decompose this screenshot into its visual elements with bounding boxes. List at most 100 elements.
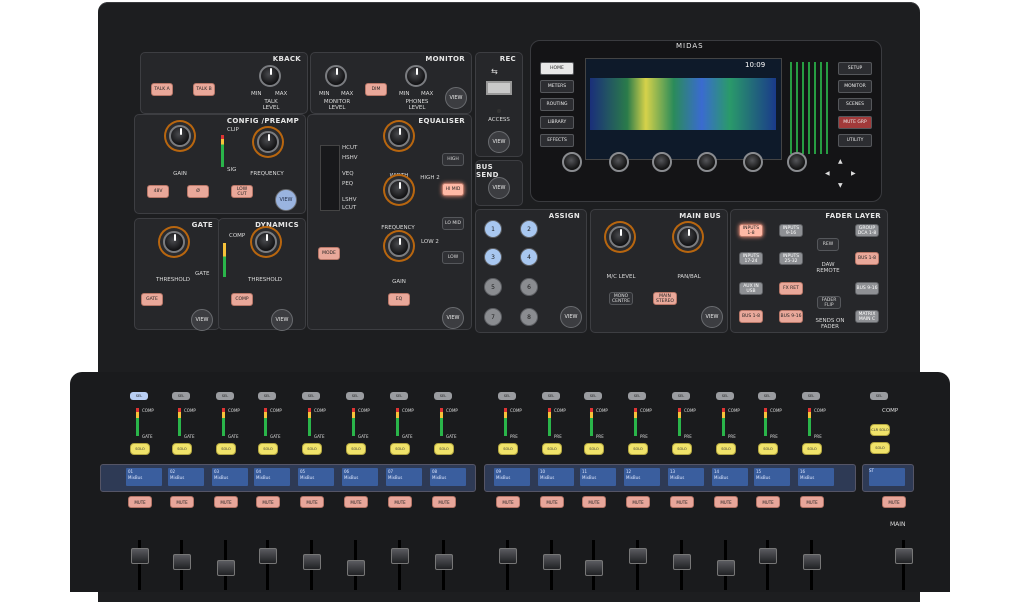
mute-button-left-5[interactable]: MUTE bbox=[300, 496, 324, 508]
fader-cap-left-4[interactable] bbox=[259, 548, 277, 564]
gain-knob[interactable] bbox=[169, 125, 191, 147]
nav-down-icon[interactable]: ▼ bbox=[838, 182, 843, 189]
mute-button-right-6[interactable]: MUTE bbox=[714, 496, 738, 508]
fader-cap-right-7[interactable] bbox=[759, 548, 777, 564]
solo-button-right-8[interactable]: SOLO bbox=[802, 443, 822, 455]
frequency-knob[interactable] bbox=[257, 131, 279, 153]
mute-button-right-3[interactable]: MUTE bbox=[582, 496, 606, 508]
sel-button-left-1[interactable]: SEL bbox=[130, 392, 148, 400]
inputs-17-24-button[interactable]: INPUTS 17-24 bbox=[739, 252, 763, 265]
fader-cap-left-3[interactable] bbox=[217, 560, 235, 576]
main-solo-button[interactable]: SOLO bbox=[870, 442, 890, 454]
mute-button-left-8[interactable]: MUTE bbox=[432, 496, 456, 508]
assign-pad-5[interactable]: 5 bbox=[484, 278, 502, 296]
config-view-button[interactable]: VIEW bbox=[275, 189, 297, 211]
solo-button-left-4[interactable]: SOLO bbox=[258, 443, 278, 455]
solo-button-left-6[interactable]: SOLO bbox=[346, 443, 366, 455]
sel-button-left-8[interactable]: SEL bbox=[434, 392, 452, 400]
comp-threshold-knob[interactable] bbox=[255, 231, 277, 253]
mute-button-right-8[interactable]: MUTE bbox=[800, 496, 824, 508]
mute-button-left-1[interactable]: MUTE bbox=[128, 496, 152, 508]
phones-level-knob[interactable] bbox=[405, 65, 427, 87]
eq-high-button[interactable]: HIGH bbox=[442, 153, 464, 166]
assign-pad-1[interactable]: 1 bbox=[484, 220, 502, 238]
sel-button-left-3[interactable]: SEL bbox=[216, 392, 234, 400]
inputs-25-32-button[interactable]: INPUTS 25-32 bbox=[779, 252, 803, 265]
comp-button[interactable]: COMP bbox=[231, 293, 253, 306]
nav-left-icon[interactable]: ◀ bbox=[825, 170, 830, 177]
home-button[interactable]: HOME bbox=[540, 62, 574, 75]
monitor-view-button[interactable]: VIEW bbox=[445, 87, 467, 109]
mute-button-right-4[interactable]: MUTE bbox=[626, 496, 650, 508]
encoder-2[interactable] bbox=[609, 152, 629, 172]
solo-button-right-4[interactable]: SOLO bbox=[628, 443, 648, 455]
mute-grp-button[interactable]: MUTE GRP bbox=[838, 116, 872, 129]
mono-centre-button[interactable]: MONO CENTRE bbox=[609, 292, 633, 305]
dim-button[interactable]: DIM bbox=[365, 83, 387, 96]
assign-view-button[interactable]: VIEW bbox=[560, 306, 582, 328]
aux-usb-button[interactable]: AUX IN USB bbox=[739, 282, 763, 295]
main-stereo-button[interactable]: MAIN STEREO bbox=[653, 292, 677, 305]
solo-button-right-1[interactable]: SOLO bbox=[498, 443, 518, 455]
fader-cap-left-6[interactable] bbox=[347, 560, 365, 576]
solo-button-right-6[interactable]: SOLO bbox=[716, 443, 736, 455]
48v-button[interactable]: 48V bbox=[147, 185, 169, 198]
fx-ret-button[interactable]: FX RET bbox=[779, 282, 803, 295]
utility-button[interactable]: UTILITY bbox=[838, 134, 872, 147]
eq-view-button[interactable]: VIEW bbox=[442, 307, 464, 329]
fader-cap-left-1[interactable] bbox=[131, 548, 149, 564]
fader-cap-right-6[interactable] bbox=[717, 560, 735, 576]
sel-button-right-6[interactable]: SEL bbox=[716, 392, 734, 400]
eq-type-selector[interactable] bbox=[320, 145, 340, 211]
bus-send-view-button[interactable]: VIEW bbox=[488, 177, 510, 199]
mute-button-left-6[interactable]: MUTE bbox=[344, 496, 368, 508]
scenes-button[interactable]: SCENES bbox=[838, 98, 872, 111]
main-fader-cap[interactable] bbox=[895, 548, 913, 564]
encoder-3[interactable] bbox=[652, 152, 672, 172]
solo-button-right-3[interactable]: SOLO bbox=[584, 443, 604, 455]
usb-port[interactable] bbox=[486, 81, 512, 95]
fader-cap-right-2[interactable] bbox=[543, 554, 561, 570]
fader-flip-button[interactable]: FADER FLIP bbox=[817, 296, 841, 309]
dynamics-view-button[interactable]: VIEW bbox=[271, 309, 293, 331]
eq-low-button[interactable]: LOW bbox=[442, 251, 464, 264]
inputs-9-16-button[interactable]: INPUTS 9-16 bbox=[779, 224, 803, 237]
assign-pad-4[interactable]: 4 bbox=[520, 248, 538, 266]
gate-view-button[interactable]: VIEW bbox=[191, 309, 213, 331]
monitor-screen-button[interactable]: MONITOR bbox=[838, 80, 872, 93]
sel-button-left-5[interactable]: SEL bbox=[302, 392, 320, 400]
solo-button-left-1[interactable]: SOLO bbox=[130, 443, 150, 455]
solo-button-left-7[interactable]: SOLO bbox=[390, 443, 410, 455]
mute-button-right-5[interactable]: MUTE bbox=[670, 496, 694, 508]
mute-button-left-4[interactable]: MUTE bbox=[256, 496, 280, 508]
encoder-5[interactable] bbox=[743, 152, 763, 172]
assign-pad-6[interactable]: 6 bbox=[520, 278, 538, 296]
talk-level-knob[interactable] bbox=[259, 65, 281, 87]
encoder-4[interactable] bbox=[697, 152, 717, 172]
nav-up-icon[interactable]: ▲ bbox=[838, 158, 843, 165]
assign-pad-2[interactable]: 2 bbox=[520, 220, 538, 238]
rew-button[interactable]: REW bbox=[817, 238, 839, 251]
sel-button-left-7[interactable]: SEL bbox=[390, 392, 408, 400]
sel-button-right-3[interactable]: SEL bbox=[584, 392, 602, 400]
fader-cap-right-4[interactable] bbox=[629, 548, 647, 564]
pan-bal-knob[interactable] bbox=[677, 226, 699, 248]
talk-b-button[interactable]: TALK B bbox=[193, 83, 215, 96]
effects-button[interactable]: EFFECTS bbox=[540, 134, 574, 147]
fader-cap-left-5[interactable] bbox=[303, 554, 321, 570]
mute-button-right-7[interactable]: MUTE bbox=[756, 496, 780, 508]
fader-cap-left-7[interactable] bbox=[391, 548, 409, 564]
sel-button-left-4[interactable]: SEL bbox=[258, 392, 276, 400]
sel-button-right-2[interactable]: SEL bbox=[542, 392, 560, 400]
nav-right-icon[interactable]: ▶ bbox=[851, 170, 856, 177]
solo-button-right-7[interactable]: SOLO bbox=[758, 443, 778, 455]
mute-button-right-1[interactable]: MUTE bbox=[496, 496, 520, 508]
solo-button-left-8[interactable]: SOLO bbox=[434, 443, 454, 455]
mute-button-left-3[interactable]: MUTE bbox=[214, 496, 238, 508]
eq-gain-knob[interactable] bbox=[388, 235, 410, 257]
mute-button-left-7[interactable]: MUTE bbox=[388, 496, 412, 508]
main-bus-view-button[interactable]: VIEW bbox=[701, 306, 723, 328]
routing-button[interactable]: ROUTING bbox=[540, 98, 574, 111]
group-dca-button[interactable]: GROUP DCA 1-8 bbox=[855, 224, 879, 237]
bus-1-8-button[interactable]: BUS 1-8 bbox=[739, 310, 763, 323]
